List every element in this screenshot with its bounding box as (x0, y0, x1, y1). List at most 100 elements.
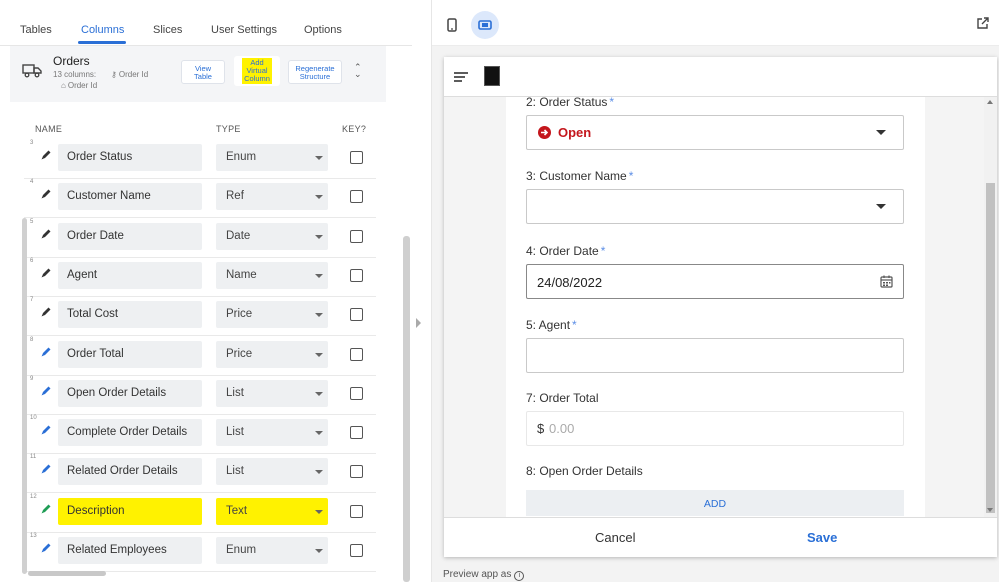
column-name-field[interactable]: Complete Order Details (58, 419, 202, 447)
key-checkbox[interactable] (350, 229, 363, 243)
table-row[interactable]: 6 Agent Name (24, 258, 376, 297)
column-type-select[interactable]: List (216, 419, 328, 447)
column-type-select[interactable]: Enum (216, 537, 328, 564)
column-type-select[interactable]: Ref (216, 183, 328, 211)
collapse-arrow-icon[interactable] (416, 318, 421, 328)
regenerate-structure-button[interactable]: Regenerate Structure (288, 60, 342, 84)
key-checkbox[interactable] (350, 308, 363, 322)
customer-name-select[interactable] (526, 189, 904, 224)
scroll-up-icon[interactable] (987, 100, 993, 104)
column-name-field[interactable]: Customer Name (58, 183, 202, 211)
key-checkbox[interactable] (350, 151, 363, 164)
tab-options[interactable]: Options (304, 24, 342, 36)
form-scrollbar-thumb[interactable] (986, 183, 995, 513)
add-virtual-column-button[interactable]: Add Virtual Column (234, 56, 280, 86)
pane-scrollbar[interactable] (403, 236, 410, 582)
dropdown-caret-icon (315, 195, 323, 200)
tab-tables[interactable]: Tables (20, 24, 52, 36)
required-mark: * (600, 244, 606, 258)
pencil-icon[interactable] (40, 385, 52, 397)
table-row[interactable]: 3 Order Status Enum (24, 140, 376, 179)
tab-user-settings[interactable]: User Settings (211, 24, 277, 36)
scroll-down-icon[interactable] (987, 508, 993, 512)
dropdown-caret-icon (315, 431, 323, 436)
pencil-icon[interactable] (40, 267, 52, 279)
order-date-input[interactable]: 24/08/2022 (526, 264, 904, 299)
column-type-select[interactable]: Name (216, 261, 328, 289)
key-icon: ⚷ (111, 70, 117, 79)
column-name-field[interactable]: Description (58, 497, 202, 525)
form-gutter-left (444, 97, 506, 517)
open-external-icon[interactable] (976, 17, 989, 30)
column-name-field[interactable]: Open Order Details (58, 379, 202, 407)
pencil-icon[interactable] (40, 503, 52, 515)
column-type-value: Text (226, 504, 248, 517)
column-name-field[interactable]: Total Cost (58, 301, 202, 329)
table-row[interactable]: 11 Related Order Details List (24, 454, 376, 494)
pencil-icon[interactable] (40, 306, 52, 318)
key-checkbox[interactable] (350, 347, 363, 361)
column-type-select[interactable]: Text (216, 497, 328, 525)
tab-slices[interactable]: Slices (153, 24, 182, 36)
order-total-label: 7: Order Total (526, 391, 599, 405)
add-button[interactable]: ADD (526, 490, 904, 516)
dropdown-caret-icon (876, 130, 886, 135)
table-row[interactable]: 5 Order Date Date (24, 219, 376, 258)
pencil-icon[interactable] (40, 346, 52, 358)
column-name-field[interactable]: Agent (58, 261, 202, 289)
truck-icon (22, 64, 42, 78)
calendar-icon[interactable] (880, 275, 893, 288)
agent-input[interactable] (526, 338, 904, 373)
column-type-select[interactable]: Date (216, 222, 328, 250)
pencil-icon[interactable] (40, 228, 52, 240)
info-icon[interactable]: i (514, 571, 525, 581)
preview-app-as[interactable]: Preview app as i (443, 569, 525, 581)
column-type-select[interactable]: List (216, 458, 328, 486)
key-checkbox[interactable] (350, 544, 363, 557)
row-number: 8 (30, 336, 34, 343)
tab-columns[interactable]: Columns (81, 24, 124, 36)
key-checkbox[interactable] (350, 190, 363, 204)
key-checkbox[interactable] (350, 386, 363, 400)
pencil-icon[interactable] (40, 542, 52, 554)
list-scrollbar[interactable] (22, 218, 27, 574)
column-type-select[interactable]: Price (216, 301, 328, 329)
order-status-select[interactable]: Open (526, 115, 904, 150)
table-row[interactable]: 4 Customer Name Ref (24, 179, 376, 219)
order-total-input[interactable]: $ 0.00 (526, 411, 904, 446)
pencil-icon[interactable] (40, 149, 52, 161)
pencil-icon[interactable] (40, 424, 52, 436)
column-name-field[interactable]: Order Total (58, 340, 202, 368)
menu-icon[interactable] (454, 71, 468, 83)
table-row[interactable]: 13 Related Employees Enum (24, 533, 376, 572)
column-name-field[interactable]: Related Employees (58, 537, 202, 564)
column-type-select[interactable]: List (216, 379, 328, 407)
add-virtual-column-label: Add Virtual Column (242, 58, 272, 84)
column-type-select[interactable]: Enum (216, 144, 328, 171)
row-number: 6 (30, 257, 34, 264)
expand-collapse-icon[interactable]: ⌃ ⌄ (354, 63, 362, 79)
view-table-button[interactable]: View Table (181, 60, 225, 84)
horizontal-scrollbar[interactable] (28, 571, 106, 576)
key-checkbox[interactable] (350, 268, 363, 282)
table-row[interactable]: 7 Total Cost Price (24, 297, 376, 337)
pencil-icon[interactable] (40, 188, 52, 200)
form-footer: Cancel Save (444, 517, 997, 557)
table-row[interactable]: 9 Open Order Details List (24, 376, 376, 415)
table-row[interactable]: 12 Description Text (24, 494, 376, 533)
pencil-icon[interactable] (40, 463, 52, 475)
table-row[interactable]: 10 Complete Order Details List (24, 415, 376, 455)
mobile-view-button[interactable] (438, 11, 466, 39)
column-name-field[interactable]: Order Status (58, 144, 202, 171)
cancel-button[interactable]: Cancel (595, 530, 635, 545)
table-row[interactable]: 8 Order Total Price (24, 337, 376, 376)
tablet-view-button[interactable] (471, 11, 499, 39)
table-header-bar[interactable]: Orders 13 columns: ⚷ Order Id ⌂ Order Id V… (10, 46, 386, 102)
save-button[interactable]: Save (807, 530, 837, 545)
column-name-field[interactable]: Related Order Details (58, 458, 202, 486)
key-checkbox[interactable] (350, 504, 363, 518)
key-checkbox[interactable] (350, 465, 363, 479)
key-checkbox[interactable] (350, 426, 363, 440)
column-type-select[interactable]: Price (216, 340, 328, 368)
column-name-field[interactable]: Order Date (58, 222, 202, 250)
